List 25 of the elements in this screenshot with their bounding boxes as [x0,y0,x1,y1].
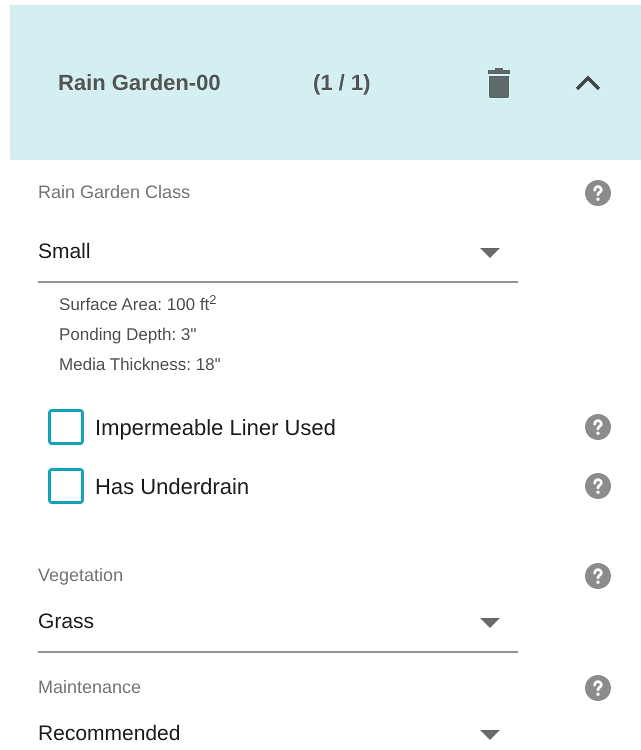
checkbox[interactable] [48,409,84,445]
checkbox[interactable] [48,468,84,504]
dropdown-caret-icon [480,248,500,258]
field-label: Vegetation [38,564,124,587]
delete-icon[interactable] [488,68,510,98]
select-field[interactable]: Recommended [38,714,518,750]
detail-text: Ponding Depth: 3" [59,324,198,346]
collapse-chevron-icon[interactable] [575,74,601,90]
dropdown-caret-icon [480,730,500,740]
select-field[interactable]: Grass [38,602,518,653]
panel-title: Rain Garden-00 [58,69,222,97]
detail-text: Surface Area: 100 ft$^{2}$ [59,290,218,316]
checkbox-option[interactable]: Impermeable Liner Used [48,409,336,445]
select-field[interactable]: Small [38,232,518,283]
detail-text: Media Thickness: 18" [59,354,222,376]
help-icon[interactable] [585,563,611,589]
field-label: Maintenance [38,676,142,699]
item-counter: (1 / 1) [313,69,372,97]
help-icon[interactable] [585,473,611,499]
help-icon[interactable] [585,180,611,206]
field-label: Rain Garden Class [38,181,192,204]
help-icon[interactable] [585,675,611,701]
dropdown-caret-icon [480,618,500,628]
checkbox-option[interactable]: Has Underdrain [48,468,250,504]
help-icon[interactable] [585,414,611,440]
